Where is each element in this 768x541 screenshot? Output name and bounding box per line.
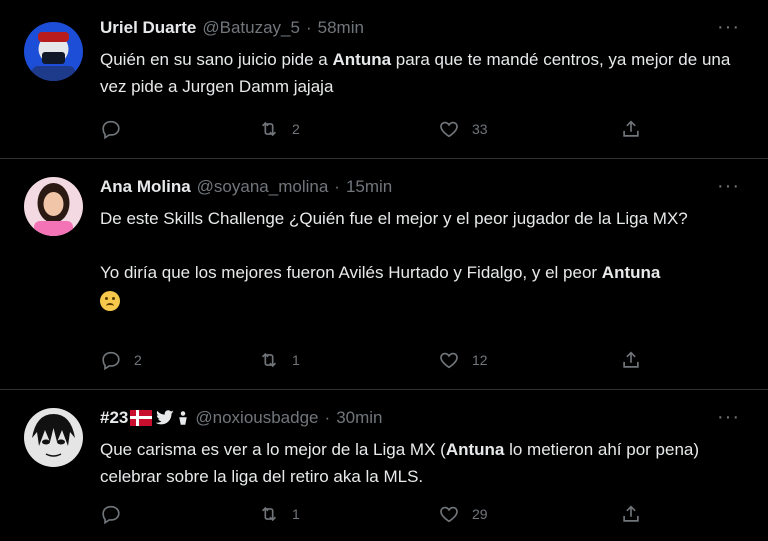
display-name[interactable]: Uriel Duarte [100, 18, 196, 38]
tweet-feed: Uriel Duarte @Batuzay_5 · 58min ··· Quié… [0, 0, 768, 541]
person-glyph-icon [179, 411, 188, 425]
share-icon [623, 351, 639, 368]
separator-dot: · [324, 408, 331, 427]
reply-icon [102, 120, 120, 140]
denmark-flag-icon [130, 410, 153, 426]
username[interactable]: @Batuzay_5 [202, 18, 300, 38]
action-bar: 1 29 [100, 503, 650, 527]
reply-icon [102, 351, 120, 371]
heart-icon [440, 121, 458, 138]
like-count: 33 [472, 121, 488, 137]
retweet-button[interactable]: 1 [258, 503, 300, 525]
more-icon[interactable]: ··· [717, 176, 740, 196]
action-bar: 2 33 [100, 118, 650, 142]
reply-count: 2 [134, 352, 142, 368]
reply-icon [102, 505, 120, 525]
reply-button[interactable]: 2 [100, 349, 142, 371]
retweet-button[interactable]: 2 [258, 118, 300, 140]
tweet-header: Ana Molina @soyana_molina · 15min [100, 175, 740, 199]
like-button[interactable]: 12 [438, 349, 488, 371]
separator-dot: · [305, 18, 312, 37]
tweet-content: Ana Molina @soyana_molina · 15min ··· De… [100, 175, 740, 313]
share-button[interactable] [620, 503, 642, 525]
share-icon [623, 505, 639, 522]
tweet[interactable]: Ana Molina @soyana_molina · 15min ··· De… [0, 159, 768, 390]
display-name[interactable]: #23 [100, 408, 128, 428]
mention-highlight: Antuna [445, 440, 505, 459]
timestamp[interactable]: 58min [318, 18, 364, 38]
retweet-count: 1 [292, 352, 300, 368]
share-button[interactable] [620, 118, 642, 140]
like-count: 29 [472, 506, 488, 522]
more-icon[interactable]: ··· [717, 407, 740, 427]
mention-highlight: Antuna [332, 50, 392, 69]
display-name[interactable]: Ana Molina [100, 177, 191, 197]
tweet[interactable]: #23 @noxiousbadge · 30min ··· Que carism… [0, 390, 768, 541]
timestamp[interactable]: 30min [336, 408, 382, 428]
share-button[interactable] [620, 349, 642, 371]
avatar[interactable] [24, 177, 83, 236]
tweet[interactable]: Uriel Duarte @Batuzay_5 · 58min ··· Quié… [0, 0, 768, 159]
twitter-bird-icon [156, 410, 175, 425]
like-count: 12 [472, 352, 488, 368]
tweet-header: Uriel Duarte @Batuzay_5 · 58min [100, 16, 740, 40]
reply-button[interactable] [100, 118, 134, 140]
retweet-icon [261, 352, 277, 368]
share-icon [623, 120, 639, 137]
retweet-button[interactable]: 1 [258, 349, 300, 371]
tweet-text: Que carisma es ver a lo mejor de la Liga… [100, 440, 700, 486]
heart-icon [440, 352, 458, 369]
tweet-content: #23 @noxiousbadge · 30min ··· Que carism… [100, 406, 740, 490]
retweet-icon [261, 506, 277, 522]
retweet-count: 2 [292, 121, 300, 137]
tweet-text: Quién en su sano juicio pide a Antuna pa… [100, 50, 731, 96]
heart-icon [440, 506, 458, 523]
avatar[interactable] [24, 22, 83, 81]
username[interactable]: @noxiousbadge [195, 408, 318, 428]
more-icon[interactable]: ··· [717, 17, 740, 37]
pleading-face-emoji-icon [100, 290, 120, 311]
tweet-content: Uriel Duarte @Batuzay_5 · 58min ··· Quié… [100, 16, 740, 100]
like-button[interactable]: 33 [438, 118, 488, 140]
mention-highlight: Antuna [601, 263, 661, 282]
retweet-count: 1 [292, 506, 300, 522]
tweet-header: #23 @noxiousbadge · 30min [100, 406, 740, 430]
username[interactable]: @soyana_molina [197, 177, 329, 197]
timestamp[interactable]: 15min [346, 177, 392, 197]
action-bar: 2 1 12 [100, 349, 650, 373]
like-button[interactable]: 29 [438, 503, 488, 525]
reply-button[interactable] [100, 503, 134, 525]
avatar[interactable] [24, 408, 83, 467]
tweet-text: De este Skills Challenge ¿Quién fue el m… [100, 205, 740, 313]
separator-dot: · [334, 177, 340, 196]
retweet-icon [261, 121, 277, 137]
